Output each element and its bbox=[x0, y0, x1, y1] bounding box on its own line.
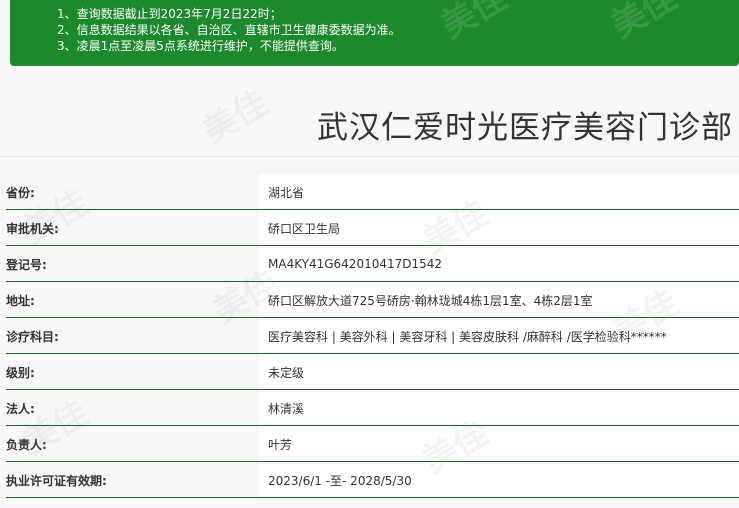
detail-label: 级别: bbox=[6, 365, 35, 380]
detail-value: 湖北省 bbox=[259, 174, 739, 210]
page-title: 武汉仁爱时光医疗美容门诊部 bbox=[317, 110, 733, 146]
detail-label: 地址: bbox=[6, 293, 35, 308]
detail-table: 省份: 湖北省 审批机关: 硚口区卫生局 登记号: MA4KY41G642010… bbox=[0, 174, 739, 498]
detail-value: 未定级 bbox=[259, 354, 739, 390]
watermark-logo: 美佳 bbox=[192, 76, 275, 152]
detail-row-approval-authority: 审批机关: 硚口区卫生局 bbox=[0, 210, 739, 246]
detail-value: 2023/6/1 -至- 2028/5/30 bbox=[259, 462, 739, 498]
notice-banner: 1、查询数据截止到2023年7月2日22时； 2、信息数据结果以各省、自治区、直… bbox=[10, 0, 739, 66]
notice-line-1: 1、查询数据截止到2023年7月2日22时； bbox=[57, 7, 282, 21]
detail-label: 登记号: bbox=[6, 257, 47, 272]
detail-value: 硚口区解放大道725号硚房·翰林珑城4栋1层1室、4栋2层1室 bbox=[259, 282, 739, 318]
detail-row-level: 级别: 未定级 bbox=[0, 354, 739, 390]
detail-label: 省份: bbox=[6, 185, 35, 200]
detail-row-address: 地址: 硚口区解放大道725号硚房·翰林珑城4栋1层1室、4栋2层1室 bbox=[0, 282, 739, 318]
detail-value: 叶芳 bbox=[259, 426, 739, 462]
detail-row-registration-number: 登记号: MA4KY41G642010417D1542 bbox=[0, 246, 739, 282]
notice-line-2: 2、信息数据结果以各省、自治区、直辖市卫生健康委数据为准。 bbox=[57, 23, 401, 37]
detail-value: 医疗美容科 | 美容外科 | 美容牙科 | 美容皮肤科 /麻醉科 /医学检验科*… bbox=[259, 318, 739, 354]
detail-row-departments: 诊疗科目: 医疗美容科 | 美容外科 | 美容牙科 | 美容皮肤科 /麻醉科 /… bbox=[0, 318, 739, 354]
detail-value: MA4KY41G642010417D1542 bbox=[259, 246, 739, 282]
detail-value: 硚口区卫生局 bbox=[259, 210, 739, 246]
detail-label: 审批机关: bbox=[6, 221, 59, 236]
detail-label: 负责人: bbox=[6, 437, 47, 452]
detail-row-person-in-charge: 负责人: 叶芳 bbox=[0, 426, 739, 462]
detail-row-license-validity: 执业许可证有效期: 2023/6/1 -至- 2028/5/30 bbox=[0, 462, 739, 498]
notice-line-3: 3、凌晨1点至凌晨5点系统进行维护，不能提供查询。 bbox=[57, 39, 344, 53]
detail-row-province: 省份: 湖北省 bbox=[0, 174, 739, 210]
detail-label: 法人: bbox=[6, 401, 35, 416]
detail-label: 诊疗科目: bbox=[6, 329, 59, 344]
title-divider bbox=[0, 156, 739, 157]
detail-label: 执业许可证有效期: bbox=[6, 473, 107, 488]
detail-value: 林清溪 bbox=[259, 390, 739, 426]
detail-row-legal-person: 法人: 林清溪 bbox=[0, 390, 739, 426]
